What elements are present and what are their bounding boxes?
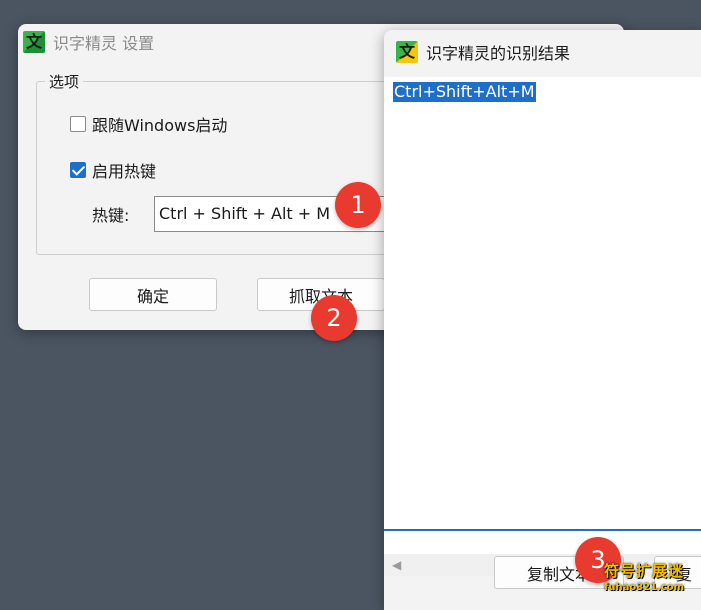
hotkey-checkbox[interactable] (70, 162, 86, 178)
app-icon: 文 (23, 31, 45, 53)
results-window-title: 识字精灵的识别结果 (426, 44, 571, 63)
autostart-checkbox[interactable] (70, 116, 86, 132)
results-titlebar[interactable]: 文 识字精灵的识别结果 (384, 30, 701, 74)
hotkey-checkbox-row[interactable]: 启用热键 (70, 158, 156, 182)
autostart-checkbox-row[interactable]: 跟随Windows启动 (70, 112, 227, 136)
annotation-badge-2: 2 (311, 295, 357, 341)
hotkey-label: 热键: (92, 206, 130, 225)
accent-divider (384, 529, 701, 531)
hotkey-checkbox-label: 启用热键 (92, 162, 157, 181)
scroll-left-icon[interactable]: ◀ (392, 558, 401, 572)
ok-button[interactable]: 确定 (89, 278, 217, 311)
options-group-label: 选项 (45, 71, 84, 92)
app-icon: 文 (396, 41, 418, 63)
autostart-label: 跟随Windows启动 (92, 116, 228, 135)
selected-result-text[interactable]: Ctrl+Shift+Alt+M (393, 82, 536, 102)
watermark: 符号扩展迷 fuhao321.com (604, 563, 684, 596)
settings-window-title: 识字精灵 设置 (53, 34, 155, 53)
result-text-area[interactable]: Ctrl+Shift+Alt+M ◀ (384, 77, 701, 576)
watermark-url: fuhao321.com (604, 582, 685, 593)
watermark-text: 符号扩展迷 (604, 562, 685, 580)
annotation-badge-1: 1 (335, 182, 381, 228)
results-window: 文 识字精灵的识别结果 Ctrl+Shift+Alt+M ◀ 复制文本 复 (384, 30, 701, 610)
